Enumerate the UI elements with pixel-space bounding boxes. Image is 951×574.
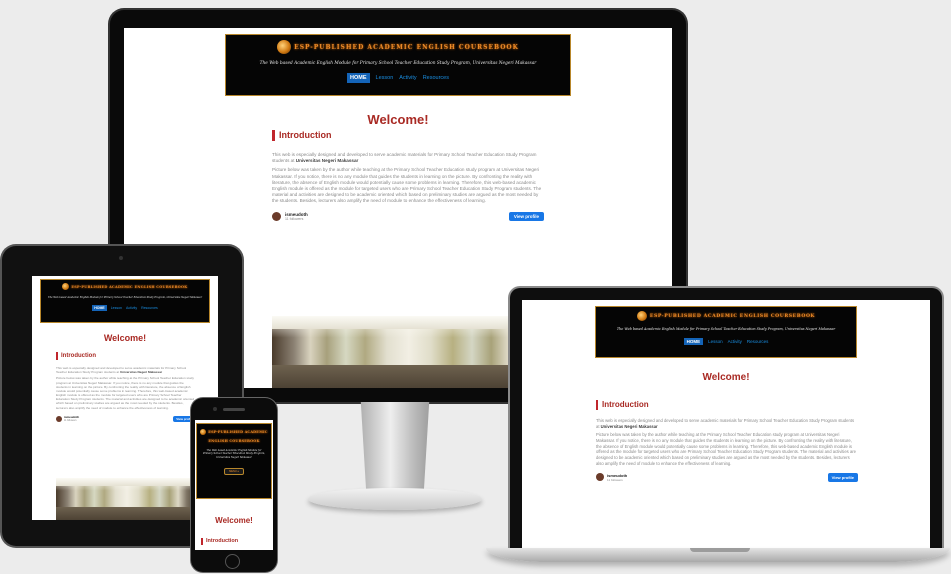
laptop-screen: ESP-PUBLISHED ACADEMIC ENGLISH COURSEBOO… (522, 300, 930, 548)
laptop-embed-header: ismeudoth 11 followers View profile (596, 471, 858, 483)
tablet-logo-icon (62, 283, 70, 290)
laptop-intro-paragraph-1: This web is especially designed and deve… (596, 418, 858, 429)
phone-welcome-heading: Welcome! (215, 516, 253, 525)
tablet-site-title: ESP-PUBLISHED ACADEMIC ENGLISH COURSEBOO… (71, 284, 188, 289)
phone-logo-icon (200, 429, 207, 435)
site-nav: HOME Lesson Activity Resources (226, 73, 570, 83)
tablet-nav-lesson[interactable]: Lesson (111, 306, 122, 310)
laptop-nav-resources[interactable]: Resources (747, 339, 769, 344)
university-name: Universitas Negeri Makassar (295, 158, 359, 164)
phone-title-line1: ESP-PUBLISHED ACADEMIC (208, 430, 268, 434)
laptop-embed-followers: 11 followers (607, 477, 623, 482)
intro-paragraph-1: This web is especially designed and deve… (272, 152, 544, 164)
laptop-view-profile-button[interactable]: View profile (827, 472, 858, 482)
intro-paragraph-2: Picture below was taken by the author wh… (272, 167, 542, 204)
tablet-nav: HOME Lesson Activity Resources (41, 305, 209, 311)
nav-resources[interactable]: Resources (423, 75, 449, 81)
tablet-intro-paragraph-1: This web is especially designed and deve… (56, 366, 196, 374)
nav-activity[interactable]: Activity (399, 75, 416, 81)
embed-followers: 11 followers (285, 217, 304, 221)
section-heading: Introduction (272, 130, 544, 141)
phone-camera (213, 407, 217, 411)
laptop-logo-icon (636, 311, 647, 321)
laptop-notch (690, 548, 750, 552)
tablet-avatar (56, 415, 62, 422)
laptop-welcome-heading: Welcome! (702, 372, 750, 383)
tablet-site-header: ESP-PUBLISHED ACADEMIC ENGLISH COURSEBOO… (40, 279, 210, 323)
nav-home[interactable]: HOME (347, 73, 370, 83)
laptop-university-name: Universitas Negeri Makassar (600, 423, 658, 429)
tablet-section-heading: Introduction (56, 352, 196, 360)
laptop-section-heading: Introduction (596, 400, 858, 410)
phone-speaker (223, 408, 245, 411)
view-profile-button[interactable]: View profile (508, 212, 544, 221)
tablet-nav-home[interactable]: HOME (92, 305, 107, 311)
site-title: ESP-PUBLISHED ACADEMIC ENGLISH COURSEBOO… (294, 43, 519, 51)
laptop-avatar (596, 473, 604, 482)
phone-title-line2: ENGLISH COURSEBOOK (208, 439, 260, 443)
site-brand[interactable]: ESP-PUBLISHED ACADEMIC ENGLISH COURSEBOO… (226, 40, 570, 54)
tablet-embed-followers: 11 followers (64, 419, 77, 423)
laptop-nav: HOME Lesson Activity Resources (596, 338, 856, 345)
tablet-embed-user[interactable]: ismeudoth 11 followers (56, 415, 79, 422)
flickr-embed-header: ismeudoth 11 followers View profile (272, 210, 544, 224)
phone-screen: ESP-PUBLISHED ACADEMIC ENGLISH COURSEBOO… (195, 420, 273, 550)
laptop-brand[interactable]: ESP-PUBLISHED ACADEMIC ENGLISH COURSEBOO… (596, 311, 856, 321)
laptop-content: Introduction This web is especially desi… (596, 400, 858, 483)
laptop-nav-home[interactable]: HOME (683, 338, 704, 345)
phone-home-button[interactable] (225, 554, 240, 569)
tablet-nav-activity[interactable]: Activity (126, 306, 137, 310)
site-header: ESP-PUBLISHED ACADEMIC ENGLISH COURSEBOO… (225, 34, 571, 96)
phone-site-subtitle: The Web based Academic English Module fo… (203, 449, 265, 459)
avatar (272, 212, 281, 221)
logo-icon (277, 40, 292, 54)
laptop-site-subtitle: The Web based Academic English Module fo… (616, 327, 836, 331)
tablet-site-subtitle: The Web based Academic English Module fo… (48, 296, 202, 299)
phone-site-header: ESP-PUBLISHED ACADEMIC ENGLISH COURSEBOO… (196, 423, 272, 499)
welcome-heading: Welcome! (367, 112, 429, 127)
phone-brand[interactable]: ESP-PUBLISHED ACADEMIC (197, 429, 271, 435)
embed-user[interactable]: ismeudoth 11 followers (272, 212, 308, 221)
tablet-nav-resources[interactable]: Resources (141, 306, 158, 310)
monitor-base (308, 488, 482, 510)
content-area: Introduction This web is especially desi… (272, 130, 544, 224)
tablet-embed-header: ismeudoth 11 followers View profile (56, 414, 196, 424)
laptop-embed-user[interactable]: ismeudoth 11 followers (596, 473, 627, 482)
phone-menu-button[interactable]: MENU ≡ (224, 468, 244, 476)
laptop-nav-lesson[interactable]: Lesson (708, 339, 723, 344)
laptop-site-title: ESP-PUBLISHED ACADEMIC ENGLISH COURSEBOO… (649, 313, 816, 319)
tablet-intro-paragraph-2: Picture below was taken by the author wh… (56, 376, 195, 410)
tablet-classroom-photo (56, 478, 198, 520)
laptop-nav-activity[interactable]: Activity (728, 339, 742, 344)
tablet-welcome-heading: Welcome! (103, 333, 147, 343)
tablet-content: Introduction This web is especially desi… (56, 352, 196, 424)
laptop-site-header: ESP-PUBLISHED ACADEMIC ENGLISH COURSEBOO… (595, 306, 857, 358)
tablet-brand[interactable]: ESP-PUBLISHED ACADEMIC ENGLISH COURSEBOO… (41, 283, 209, 290)
tablet-university-name: Universitas Negeri Makassar (119, 370, 163, 375)
monitor-neck (360, 402, 430, 492)
site-subtitle: The Web based Academic English Module fo… (259, 61, 537, 66)
phone-section-heading: Introduction (201, 538, 273, 545)
tablet-camera (119, 256, 123, 260)
classroom-photo (272, 316, 546, 388)
laptop-intro-paragraph-2: Picture below was taken by the author wh… (596, 432, 856, 466)
nav-lesson[interactable]: Lesson (376, 75, 394, 81)
